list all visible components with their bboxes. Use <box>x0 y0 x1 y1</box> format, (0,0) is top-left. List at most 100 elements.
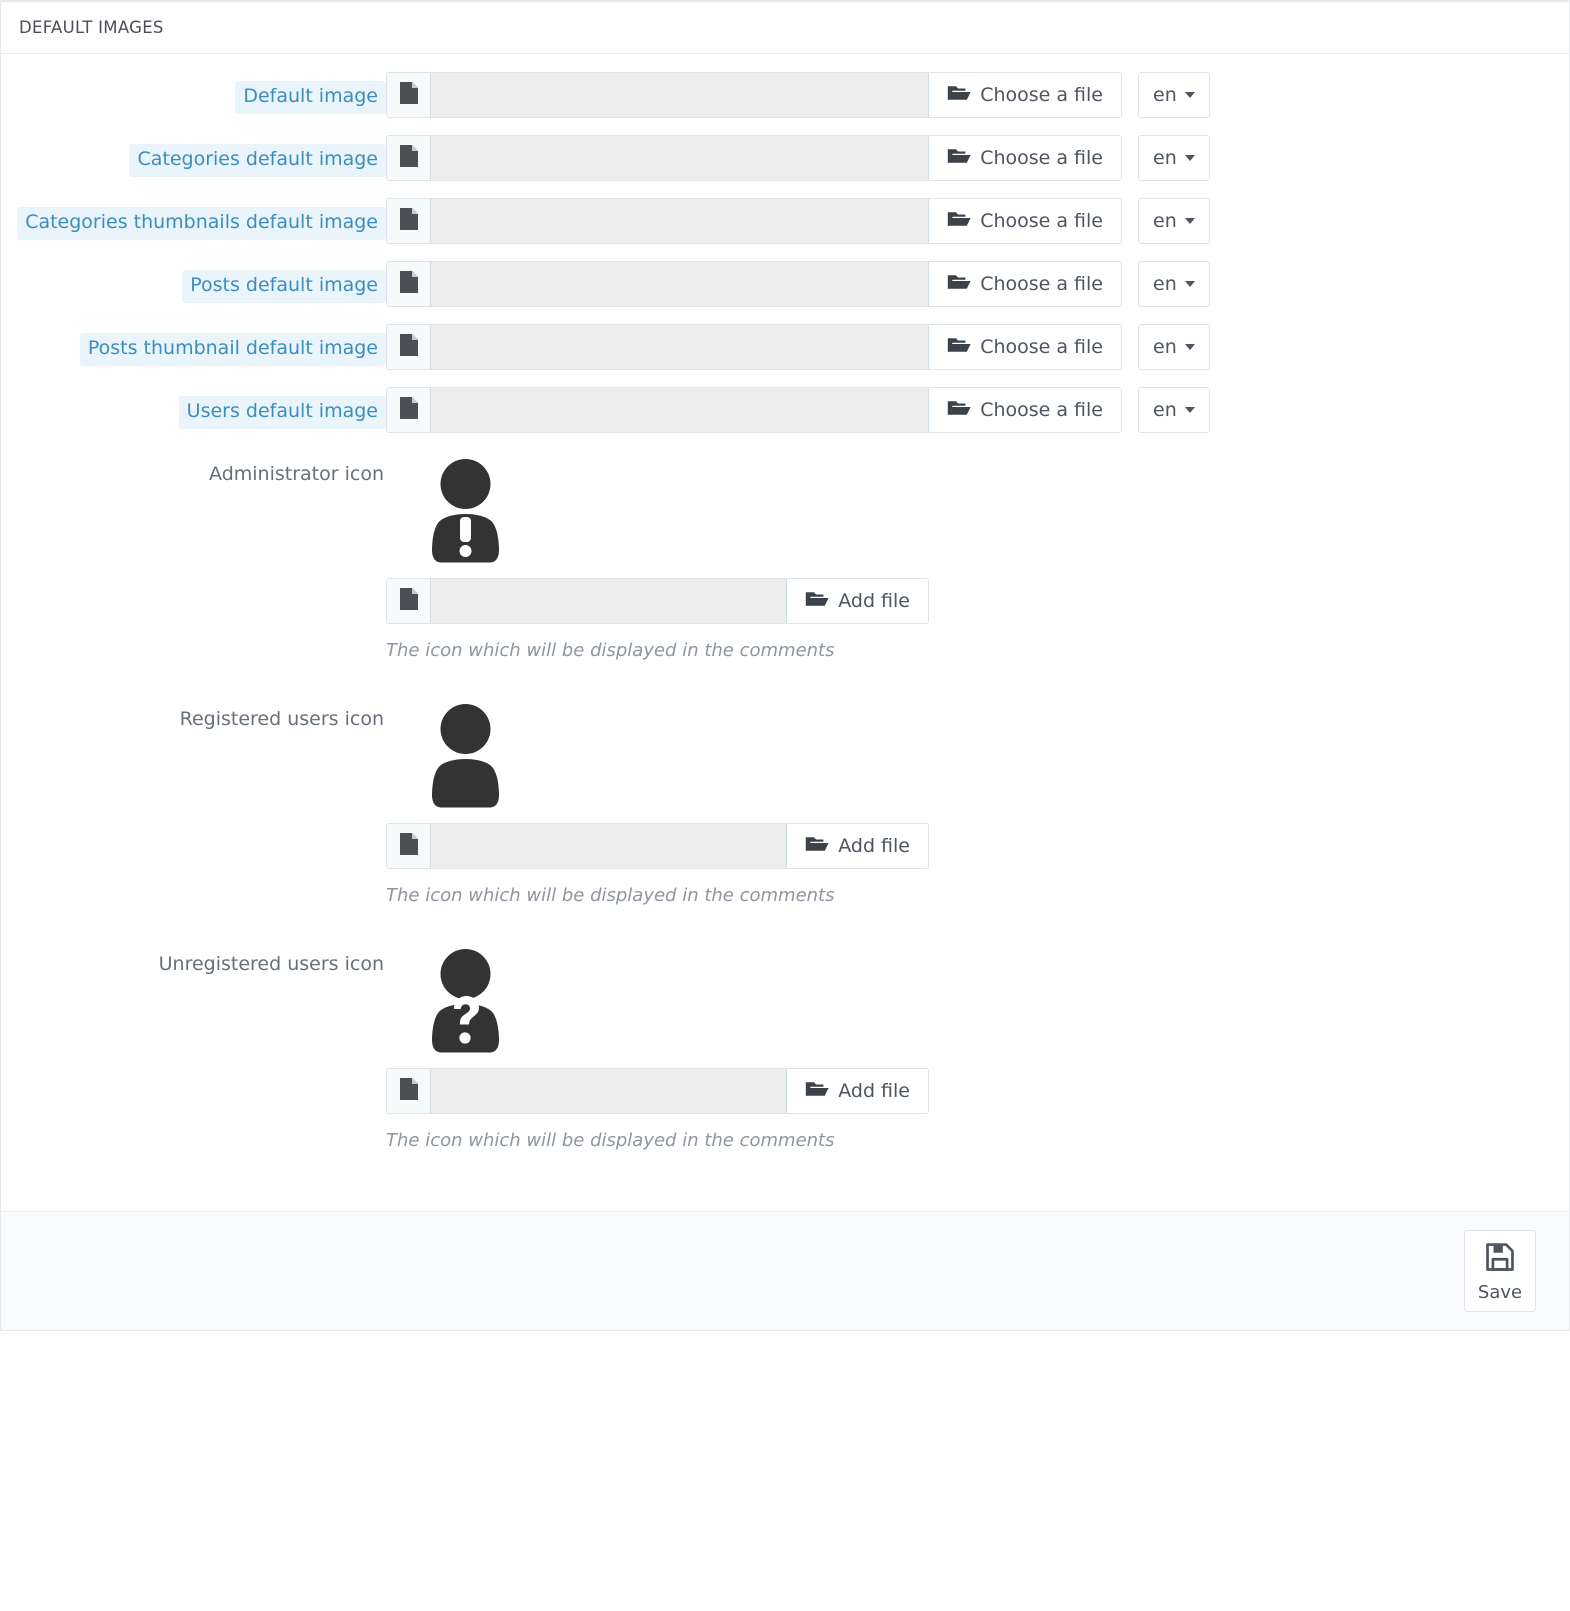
document-icon <box>398 270 420 298</box>
choose-file-button[interactable]: Choose a file <box>929 199 1121 243</box>
file-input-group: Choose a file <box>386 324 1122 370</box>
choose-file-button[interactable]: Choose a file <box>929 262 1121 306</box>
file-input-group: Choose a file <box>386 261 1122 307</box>
file-input-row: Users default image Choose a file en <box>1 387 1569 433</box>
add-file-button[interactable]: Add file <box>787 824 928 868</box>
folder-open-icon <box>805 1079 829 1104</box>
file-input-group: Choose a file <box>386 198 1122 244</box>
choose-file-button[interactable]: Choose a file <box>929 136 1121 180</box>
add-file-button[interactable]: Add file <box>787 1069 928 1113</box>
file-path-input[interactable] <box>431 824 788 868</box>
choose-file-button[interactable]: Choose a file <box>929 325 1121 369</box>
field-cell: Choose a file en <box>386 261 1569 307</box>
file-input-group: Add file <box>386 823 929 869</box>
floppy-disk-icon <box>1483 1240 1517 1278</box>
file-path-input[interactable] <box>431 136 930 180</box>
folder-open-icon <box>947 335 971 360</box>
user-question-icon <box>416 947 516 1061</box>
page-title: DEFAULT IMAGES <box>19 18 164 37</box>
document-icon <box>398 81 420 109</box>
language-select[interactable]: en <box>1138 324 1210 370</box>
file-path-input[interactable] <box>431 1069 788 1113</box>
field-cell: Choose a file en <box>386 324 1569 370</box>
file-path-input[interactable] <box>431 325 930 369</box>
file-input-row: Posts thumbnail default image Choose a fi… <box>1 324 1569 370</box>
file-icon-addon <box>387 824 431 868</box>
file-input-group: Choose a file <box>386 135 1122 181</box>
field-label: Unregistered users icon <box>158 953 384 975</box>
language-select-value: en <box>1153 273 1177 295</box>
chevron-down-icon <box>1184 155 1195 161</box>
language-select[interactable]: en <box>1138 135 1210 181</box>
avatar-and-input-stack: Add file The icon which will be displayed… <box>386 450 929 691</box>
language-select-value: en <box>1153 336 1177 358</box>
choose-file-button-label: Choose a file <box>980 399 1103 421</box>
file-input-row: Default image Choose a file en <box>1 72 1569 118</box>
field-label: Categories default image <box>129 144 386 177</box>
folder-open-icon <box>947 398 971 423</box>
field-label: Posts default image <box>182 270 386 303</box>
language-select-value: en <box>1153 399 1177 421</box>
field-label-cell: Categories thumbnails default image <box>1 198 386 240</box>
choose-file-button-label: Choose a file <box>980 273 1103 295</box>
file-input-row: Posts default image Choose a file en <box>1 261 1569 307</box>
file-path-input[interactable] <box>431 388 930 432</box>
file-path-input[interactable] <box>431 73 930 117</box>
file-icon-addon <box>387 262 431 306</box>
language-select[interactable]: en <box>1138 387 1210 433</box>
user-exclamation-icon <box>416 457 516 571</box>
language-select[interactable]: en <box>1138 261 1210 307</box>
choose-file-button-label: Choose a file <box>980 147 1103 169</box>
choose-file-button-label: Choose a file <box>980 210 1103 232</box>
file-path-input[interactable] <box>431 199 930 243</box>
panel-footer: Save <box>1 1211 1569 1330</box>
field-label-cell: Registered users icon <box>1 695 386 737</box>
icon-rows-container: Administrator icon Add file The icon which… <box>1 450 1569 1181</box>
helper-text: The icon which will be displayed in the … <box>386 640 835 661</box>
user-icon <box>416 702 516 816</box>
field-label: Categories thumbnails default image <box>17 207 386 240</box>
chevron-down-icon <box>1184 281 1195 287</box>
field-label-cell: Administrator icon <box>1 450 386 492</box>
field-label: Registered users icon <box>179 708 384 730</box>
file-path-input[interactable] <box>431 579 788 623</box>
chevron-down-icon <box>1184 218 1195 224</box>
file-input-group: Add file <box>386 1068 929 1114</box>
folder-open-icon <box>805 589 829 614</box>
chevron-down-icon <box>1184 344 1195 350</box>
field-label: Posts thumbnail default image <box>79 333 386 366</box>
file-icon-addon <box>387 388 431 432</box>
save-button[interactable]: Save <box>1464 1230 1536 1312</box>
field-cell: Add file The icon which will be displayed… <box>386 450 1569 691</box>
panel-header: DEFAULT IMAGES <box>1 2 1569 54</box>
default-images-panel: DEFAULT IMAGES Default image Choose a fil… <box>0 0 1570 1331</box>
language-select[interactable]: en <box>1138 198 1210 244</box>
document-icon <box>398 333 420 361</box>
add-file-button[interactable]: Add file <box>787 579 928 623</box>
document-icon <box>398 587 420 615</box>
avatar-preview <box>386 450 929 578</box>
chevron-down-icon <box>1184 407 1195 413</box>
file-icon-addon <box>387 199 431 243</box>
choose-file-button[interactable]: Choose a file <box>929 388 1121 432</box>
field-label-cell: Posts default image <box>1 261 386 303</box>
field-cell: Choose a file en <box>386 135 1569 181</box>
avatar-icon-row: Registered users icon Add file The icon wh… <box>1 695 1569 936</box>
folder-open-icon <box>947 209 971 234</box>
folder-open-icon <box>947 272 971 297</box>
field-cell: Add file The icon which will be displayed… <box>386 940 1569 1181</box>
file-icon-addon <box>387 136 431 180</box>
add-file-button-label: Add file <box>838 590 910 612</box>
language-select[interactable]: en <box>1138 72 1210 118</box>
choose-file-button[interactable]: Choose a file <box>929 73 1121 117</box>
avatar-preview <box>386 695 929 823</box>
field-label-cell: Default image <box>1 72 386 114</box>
field-label-cell: Users default image <box>1 387 386 429</box>
avatar-icon-row: Administrator icon Add file The icon which… <box>1 450 1569 691</box>
file-path-input[interactable] <box>431 262 930 306</box>
chevron-down-icon <box>1184 92 1195 98</box>
helper-text: The icon which will be displayed in the … <box>386 885 835 906</box>
file-icon-addon <box>387 579 431 623</box>
field-label-cell: Categories default image <box>1 135 386 177</box>
field-cell: Add file The icon which will be displayed… <box>386 695 1569 936</box>
